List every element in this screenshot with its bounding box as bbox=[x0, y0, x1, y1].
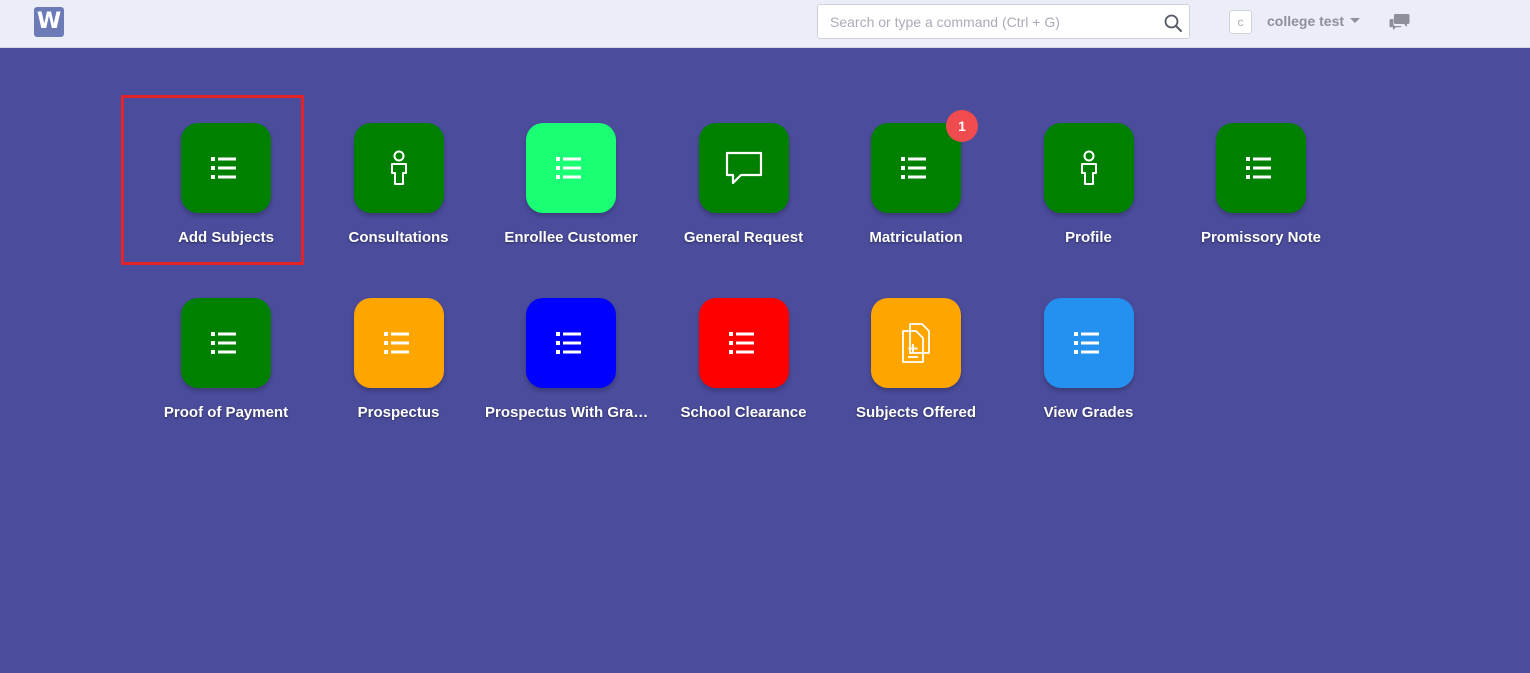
module-label[interactable]: School Clearance bbox=[658, 404, 830, 421]
module-tile-school-clearance[interactable] bbox=[698, 298, 789, 388]
module-tile-enrollee-customer[interactable] bbox=[526, 123, 616, 213]
module-label[interactable]: View Grades bbox=[1003, 404, 1175, 421]
module-tile-consultations[interactable] bbox=[353, 123, 444, 213]
module-tile-general-request[interactable] bbox=[698, 123, 789, 213]
module-label[interactable]: Prospectus bbox=[313, 404, 485, 421]
search-icon[interactable] bbox=[1163, 13, 1183, 33]
module-label[interactable]: Proof of Payment bbox=[140, 404, 312, 421]
list-icon bbox=[556, 332, 581, 354]
list-icon bbox=[1073, 332, 1099, 354]
module-label[interactable]: Add Subjects bbox=[140, 229, 312, 246]
module-label[interactable]: Enrollee Customer bbox=[485, 229, 657, 246]
list-icon bbox=[1246, 157, 1271, 179]
module-tile-profile[interactable] bbox=[1043, 123, 1134, 213]
module-label[interactable]: Prospectus With Grades bbox=[485, 404, 657, 421]
module-tile-subjects-offered[interactable] bbox=[871, 298, 961, 388]
module-tile-view-grades[interactable] bbox=[1043, 298, 1134, 388]
module-general-request[interactable]: General Request bbox=[658, 123, 830, 263]
module-add-subjects[interactable]: Add Subjects bbox=[140, 123, 312, 263]
user-avatar[interactable]: c bbox=[1229, 10, 1252, 34]
module-consultations[interactable]: Consultations bbox=[313, 123, 485, 263]
module-promissory-note[interactable]: Promissory Note bbox=[1175, 123, 1347, 263]
module-subjects-offered[interactable]: Subjects Offered bbox=[830, 298, 1002, 438]
app-logo[interactable]: W bbox=[34, 7, 64, 37]
list-icon bbox=[383, 332, 409, 354]
module-matriculation[interactable]: 1 Matriculation bbox=[830, 110, 1002, 263]
module-label[interactable]: Subjects Offered bbox=[830, 404, 1002, 421]
module-prospectus-with-grades[interactable]: Prospectus With Grades bbox=[485, 298, 657, 438]
user-menu-dropdown[interactable]: college test bbox=[1267, 13, 1361, 29]
search-bar[interactable] bbox=[817, 4, 1190, 39]
user-name: college test bbox=[1267, 13, 1345, 29]
module-tile-proof-of-payment[interactable] bbox=[181, 298, 271, 388]
module-label[interactable]: Promissory Note bbox=[1175, 229, 1347, 246]
search-input[interactable] bbox=[818, 5, 1158, 38]
chat-icon[interactable] bbox=[1389, 13, 1410, 31]
chevron-down-icon bbox=[1350, 17, 1361, 23]
module-label[interactable]: Profile bbox=[1003, 229, 1175, 246]
module-tile-prospectus[interactable] bbox=[353, 298, 444, 388]
module-tile-matriculation[interactable] bbox=[871, 123, 961, 213]
document-add-icon bbox=[902, 323, 930, 363]
navbar: W c college test bbox=[0, 0, 1530, 48]
user-icon bbox=[390, 150, 407, 185]
notification-badge: 1 bbox=[946, 110, 978, 142]
list-icon bbox=[728, 332, 754, 354]
module-enrollee-customer[interactable]: Enrollee Customer bbox=[485, 123, 657, 263]
module-tile-prospectus-with-grades[interactable] bbox=[526, 298, 616, 388]
module-proof-of-payment[interactable]: Proof of Payment bbox=[140, 298, 312, 438]
module-prospectus[interactable]: Prospectus bbox=[313, 298, 485, 438]
module-tile-add-subjects[interactable] bbox=[181, 123, 271, 213]
module-view-grades[interactable]: View Grades bbox=[1003, 298, 1175, 438]
module-tile-promissory-note[interactable] bbox=[1216, 123, 1306, 213]
list-icon bbox=[556, 157, 581, 179]
module-profile[interactable]: Profile bbox=[1003, 123, 1175, 263]
list-icon bbox=[901, 157, 926, 179]
comment-icon bbox=[725, 151, 762, 185]
list-icon bbox=[211, 332, 236, 354]
user-icon bbox=[1080, 150, 1097, 185]
list-icon bbox=[211, 157, 236, 179]
module-label[interactable]: General Request bbox=[658, 229, 830, 246]
module-school-clearance[interactable]: School Clearance bbox=[658, 298, 830, 438]
module-label[interactable]: Consultations bbox=[313, 229, 485, 246]
module-label[interactable]: Matriculation bbox=[830, 229, 1002, 246]
